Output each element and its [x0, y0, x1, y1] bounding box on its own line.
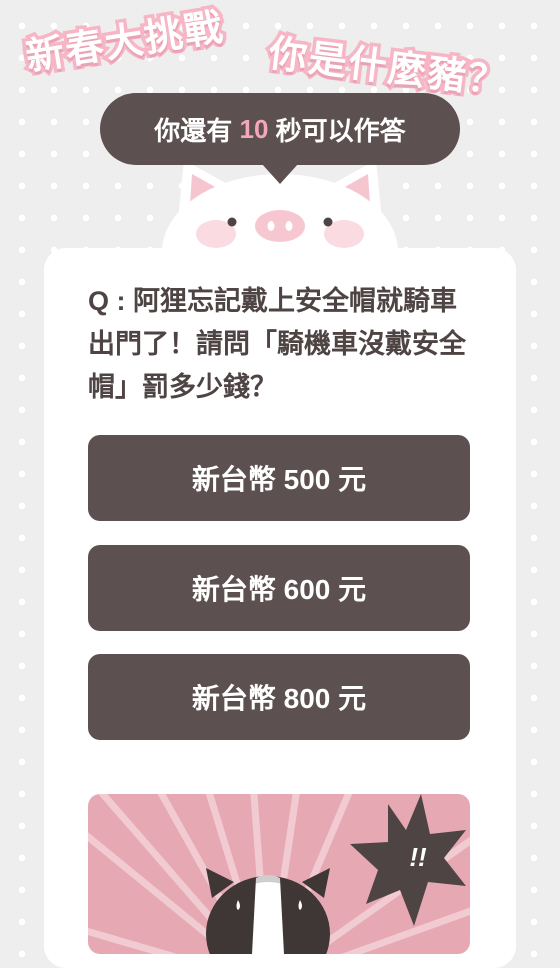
answer-option-2[interactable]: 新台幣 600 元: [88, 545, 470, 631]
answer-option-3[interactable]: 新台幣 800 元: [88, 654, 470, 740]
answer-option-label: 新台幣 800 元: [191, 683, 367, 714]
skunk-character-icon: [206, 868, 330, 954]
question-text: Q : 阿狸忘記戴上安全帽就騎車出門了！請問「騎機車沒戴安全帽」罰多少錢？: [88, 286, 466, 402]
answer-option-label: 新台幣 500 元: [191, 464, 367, 495]
timer-suffix: 秒可以作答: [268, 115, 406, 146]
timer-bubble: 你還有 10 秒可以作答: [100, 93, 460, 165]
timer-seconds: 10: [239, 113, 269, 144]
illustration-panel: !!: [88, 794, 470, 954]
illustration-art: !!: [88, 794, 470, 954]
answer-option-1[interactable]: 新台幣 500 元: [88, 435, 470, 521]
timer-prefix: 你還有: [154, 115, 240, 146]
timer-bubble-tail: [262, 164, 298, 184]
answer-option-label: 新台幣 600 元: [191, 574, 367, 605]
title-text-part1: 新春大挑戰: [20, 3, 231, 83]
burst-text: !!: [409, 842, 427, 872]
page-title: 新春大挑戰 你是什麼豬？: [0, 0, 560, 108]
